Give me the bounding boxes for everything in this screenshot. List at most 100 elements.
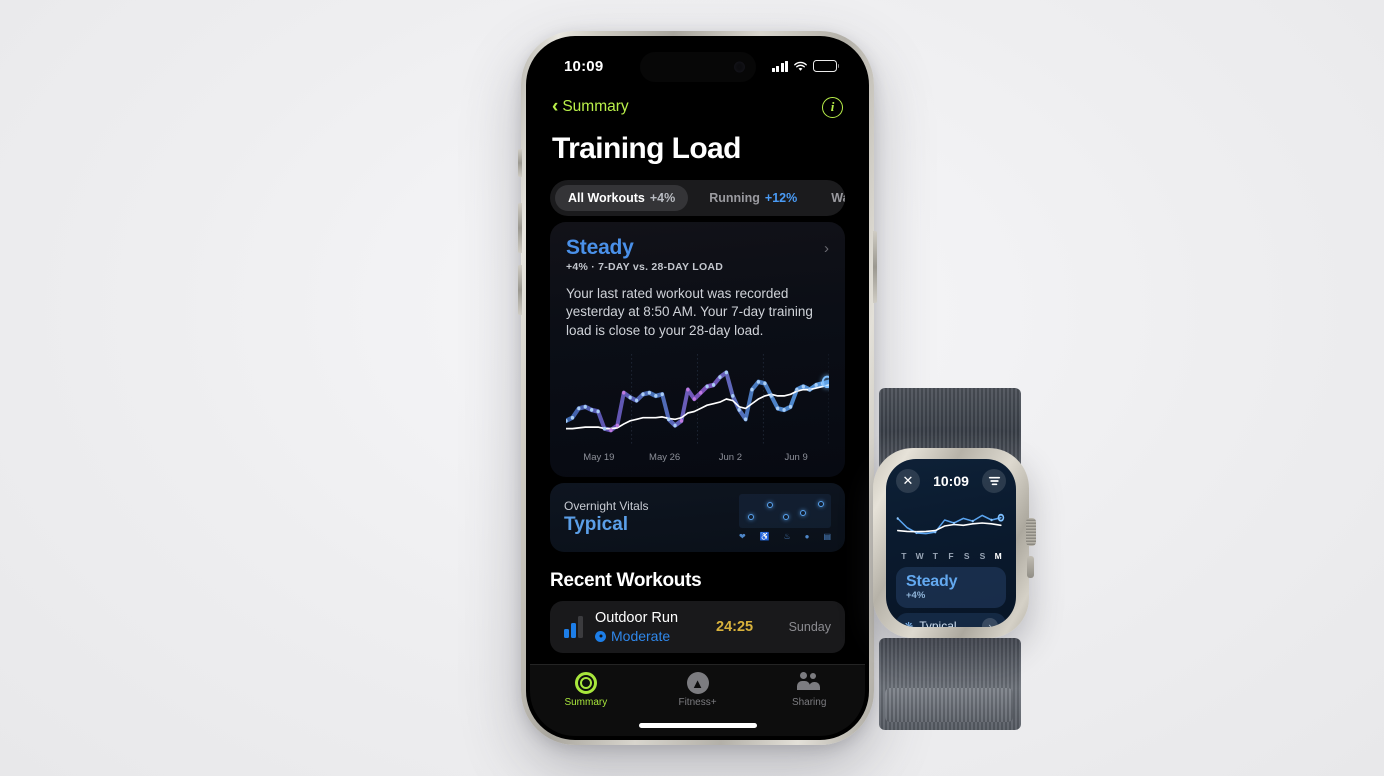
info-circle-icon[interactable]: i xyxy=(822,96,843,118)
watch-training-chart xyxy=(896,513,1005,535)
status-bar-indicators xyxy=(771,60,837,72)
people-sharing-icon xyxy=(797,672,821,694)
day-label-today: M xyxy=(994,551,1002,561)
overnight-vitals-card[interactable]: Overnight Vitals Typical ❤ ♿ ♨ ● ▤ xyxy=(550,483,845,553)
watch-status-row: ✕ 10:09 xyxy=(896,468,1006,494)
tab-label: Sharing xyxy=(791,697,827,708)
tab-label: Summary xyxy=(564,697,608,708)
close-x-icon[interactable]: ✕ xyxy=(896,469,920,493)
workout-filter-segmented-control[interactable]: All Workouts +4% Running +12% Walkin xyxy=(550,180,845,216)
vitals-molecule-icon: ❋ xyxy=(904,620,914,628)
tab-label: Fitness+ xyxy=(678,697,717,708)
watch-case: ✕ 10:09 T W T F S S M Steady +4% ❋ Typic… xyxy=(873,448,1036,638)
overnight-vitals-text: Overnight Vitals Typical xyxy=(564,499,649,536)
day-label: S xyxy=(963,551,970,561)
recent-workouts-heading: Recent Workouts xyxy=(550,570,702,592)
filter-chip-delta: +4% xyxy=(649,191,676,205)
overnight-vitals-mini-chart xyxy=(739,494,831,529)
filter-chip-running[interactable]: Running +12% xyxy=(696,185,810,211)
lungs-icon: ♿ xyxy=(759,532,770,542)
status-bar-clock: 10:09 xyxy=(564,57,604,75)
watch-vitals-label: Typical xyxy=(919,619,957,627)
watch-screen: ✕ 10:09 T W T F S S M Steady +4% ❋ Typic… xyxy=(886,459,1016,627)
workout-name: Outdoor Run xyxy=(595,610,679,627)
vitals-datapoint xyxy=(748,513,755,520)
watch-side-button[interactable] xyxy=(1027,556,1034,578)
effort-rating-icon xyxy=(595,630,606,642)
training-load-card[interactable]: Steady › +4% · 7-DAY vs. 28-DAY LOAD You… xyxy=(550,222,845,478)
x-tick-label: May 19 xyxy=(583,452,615,464)
thermometer-icon: ♨ xyxy=(783,532,791,542)
overnight-vitals-value: Typical xyxy=(564,514,629,536)
x-tick-label: Jun 9 xyxy=(784,452,808,464)
x-tick-label: Jun 2 xyxy=(718,452,742,464)
filter-chip-all-workouts[interactable]: All Workouts +4% xyxy=(555,185,689,211)
phone-scroll-body: All Workouts +4% Running +12% Walkin Ste… xyxy=(530,180,865,654)
workout-row-text: Outdoor Run Moderate xyxy=(595,610,678,644)
day-label: S xyxy=(979,551,986,561)
overnight-vitals-icon-row: ❤ ♿ ♨ ● ▤ xyxy=(739,532,831,541)
workout-row[interactable]: Outdoor Run Moderate 24:25 Sunday xyxy=(550,601,845,654)
day-label: T xyxy=(901,551,907,561)
watch-steady-card[interactable]: Steady +4% xyxy=(896,567,1006,608)
filter-chip-walking[interactable]: Walkin xyxy=(818,185,845,211)
fitness-plus-icon: ▲ xyxy=(686,672,709,694)
x-tick-label: May 26 xyxy=(649,452,681,464)
vitals-datapoint xyxy=(799,510,806,517)
phone-silent-switch[interactable] xyxy=(518,149,522,177)
chevron-left-icon: ‹ xyxy=(552,96,559,117)
training-load-chart-svg xyxy=(566,354,829,447)
phone-nav-bar: ‹ Summary i xyxy=(530,92,865,122)
cellular-bars-icon xyxy=(771,60,788,72)
page-title: Training Load xyxy=(552,132,741,165)
tab-sharing[interactable]: Sharing xyxy=(753,672,865,708)
watch-band-loop xyxy=(885,688,1013,722)
chevron-right-icon[interactable]: › xyxy=(824,240,829,257)
vitals-datapoint xyxy=(783,514,790,521)
menu-lines-icon[interactable] xyxy=(982,469,1006,493)
filter-chip-label: Running xyxy=(709,191,760,205)
phone-status-bar: 10:09 xyxy=(530,40,865,92)
chevron-label: › xyxy=(988,621,992,627)
phone-volume-up-button[interactable] xyxy=(518,203,522,253)
training-load-subline: +4% · 7-DAY vs. 28-DAY LOAD xyxy=(566,261,724,273)
apple-watch-device: ✕ 10:09 T W T F S S M Steady +4% ❋ Typic… xyxy=(851,388,1051,730)
tab-summary[interactable]: Summary xyxy=(530,672,642,708)
home-indicator[interactable] xyxy=(638,723,757,728)
overnight-vitals-label: Overnight Vitals xyxy=(564,499,649,514)
wifi-icon xyxy=(794,61,807,71)
phone-tab-bar: Summary ▲ Fitness+ Sharing xyxy=(530,664,865,736)
filter-chip-label: Walkin xyxy=(831,191,845,205)
watch-steady-title: Steady xyxy=(906,573,958,590)
workout-effort: Moderate xyxy=(595,628,678,644)
workout-effort-label: Moderate xyxy=(611,628,671,645)
info-icon-label: i xyxy=(830,99,835,114)
chevron-right-icon[interactable]: › xyxy=(982,618,998,627)
back-button[interactable]: ‹ Summary xyxy=(552,96,629,117)
vitals-datapoint xyxy=(818,500,825,507)
phone-power-button[interactable] xyxy=(873,231,877,303)
iphone-device: 10:09 ‹ Summary i Training Load All Work… xyxy=(518,31,877,745)
heart-icon: ❤ xyxy=(739,532,746,542)
filter-chip-label: All Workouts xyxy=(568,191,645,205)
phone-bezel: 10:09 ‹ Summary i Training Load All Work… xyxy=(526,36,869,740)
filter-chip-delta: +12% xyxy=(764,191,798,205)
front-camera-icon xyxy=(733,61,745,73)
phone-volume-down-button[interactable] xyxy=(518,265,522,315)
training-load-chart: May 19 May 26 Jun 2 Jun 9 xyxy=(566,354,829,473)
back-button-label: Summary xyxy=(562,98,629,115)
day-label: W xyxy=(915,551,924,561)
chart-x-axis: May 19 May 26 Jun 2 Jun 9 xyxy=(566,452,829,473)
day-label: T xyxy=(932,551,938,561)
chart-line-7day xyxy=(566,370,829,433)
close-icon-label: ✕ xyxy=(902,473,914,488)
tab-fitness-plus[interactable]: ▲ Fitness+ xyxy=(642,672,754,708)
dynamic-island xyxy=(639,52,756,82)
chart-datapoints-7day xyxy=(566,370,825,433)
watch-vitals-card[interactable]: ❋ Typical › xyxy=(896,613,1006,627)
watch-day-axis: T W T F S S M xyxy=(896,551,1006,561)
overnight-vitals-mini-chart-group: ❤ ♿ ♨ ● ▤ xyxy=(739,494,831,541)
digital-crown[interactable] xyxy=(1026,518,1036,546)
watch-clock: 10:09 xyxy=(933,473,969,489)
phone-screen: 10:09 ‹ Summary i Training Load All Work… xyxy=(530,40,865,736)
